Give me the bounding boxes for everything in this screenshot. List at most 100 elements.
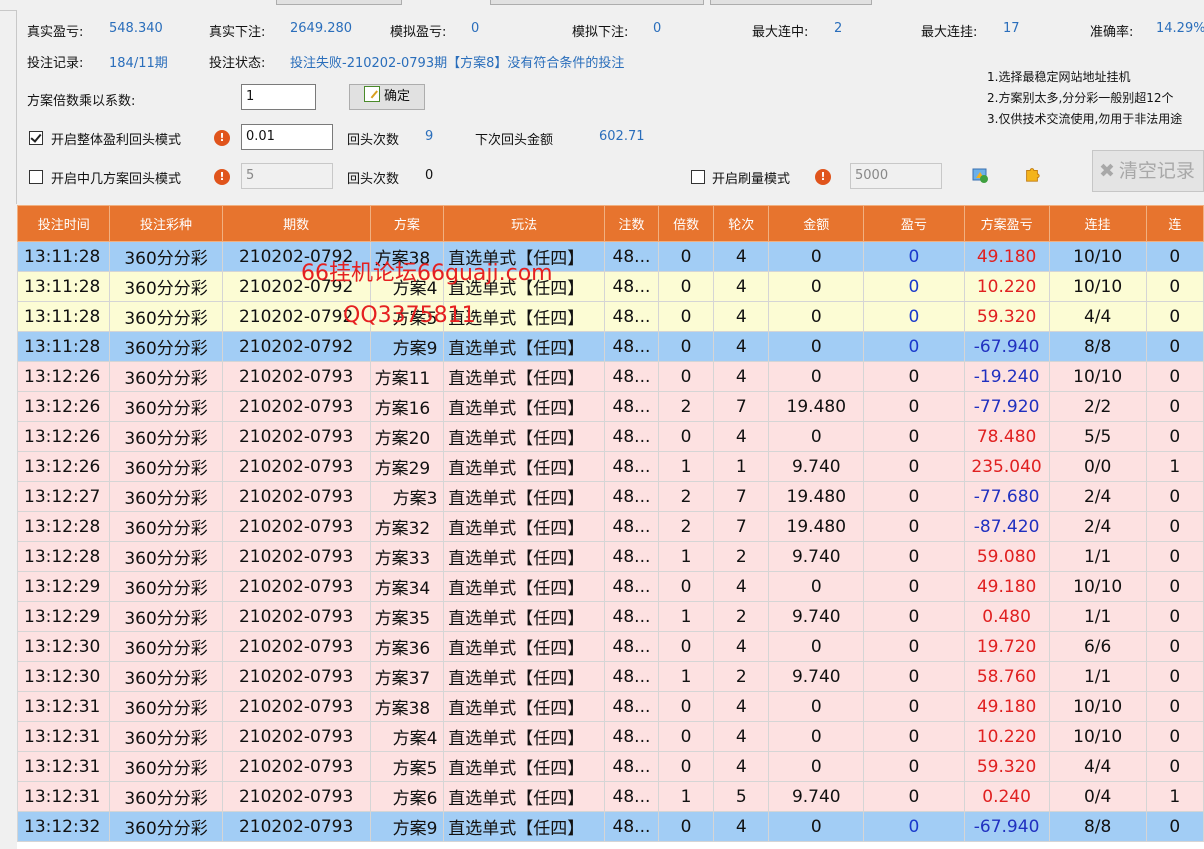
table-row[interactable]: 13:11:28 360分分彩 210202-0792 方案9 直选单式【任四】 48..… (17, 331, 1204, 362)
table-row[interactable]: 13:12:32 360分分彩 210202-0793 方案9 直选单式【任四】 48..… (17, 811, 1204, 842)
puzzle-icon[interactable] (1023, 165, 1041, 183)
cell-lottery-type: 360分分彩 (109, 661, 223, 692)
multiplier-input[interactable]: 1 (241, 84, 316, 110)
cell-streak-extra: 0 (1145, 541, 1204, 572)
clear-records-button[interactable]: ✖ 清空记录 (1092, 150, 1204, 192)
column-header-streak-extra[interactable]: 连 (1145, 205, 1204, 242)
next-amount-value: 602.71 (599, 129, 645, 144)
cell-plan: 方案38 (369, 691, 445, 722)
cell-plan-profit: 0.480 (963, 601, 1050, 632)
table-row[interactable]: 13:12:26 360分分彩 210202-0793 方案11 直选单式【任四】 48.… (17, 361, 1204, 392)
table-row[interactable]: 13:12:28 360分分彩 210202-0793 方案32 直选单式【任四】 48.… (17, 511, 1204, 542)
column-header-multiple[interactable]: 倍数 (657, 205, 715, 242)
column-header-amount[interactable]: 金额 (768, 205, 865, 242)
cell-multiple: 0 (657, 331, 715, 362)
table-row[interactable]: 13:11:28 360分分彩 210202-0792 方案4 直选单式【任四】 48..… (17, 271, 1204, 302)
column-header-plan[interactable]: 方案 (369, 205, 445, 242)
cell-loss-streak: 1/1 (1048, 541, 1147, 572)
bet-records-table[interactable]: 投注时间 投注彩种 期数 方案 玩法 注数 倍数 轮次 金额 盈亏 方案盈亏 连挂连 13:11:28… (17, 205, 1204, 849)
overall-value-input[interactable]: 0.01 (241, 124, 333, 150)
top-tab-2[interactable] (490, 0, 704, 5)
top-tab-3[interactable] (710, 0, 872, 5)
note-3: 3.仅供技术交流使用,勿用于非法用途 (987, 112, 1183, 126)
table-row[interactable]: 13:12:31 360分分彩 210202-0793 方案6 直选单式【任四】 48..… (17, 781, 1204, 812)
column-header-profit[interactable]: 盈亏 (863, 205, 965, 242)
cell-bet-count: 48... (603, 301, 659, 332)
refresh-icon[interactable] (971, 166, 989, 184)
middle-value-input[interactable]: 5 (241, 163, 333, 189)
cell-period: 210202-0793 (221, 421, 371, 452)
cell-plan-profit: -87.420 (963, 511, 1050, 542)
cell-multiple: 0 (657, 241, 715, 272)
table-row[interactable]: 13:12:31 360分分彩 210202-0793 方案5 直选单式【任四】 48..… (17, 751, 1204, 782)
table-row[interactable]: 13:12:26 360分分彩 210202-0793 方案16 直选单式【任四】 48.… (17, 391, 1204, 422)
table-row[interactable]: 13:12:29 360分分彩 210202-0793 方案35 直选单式【任四】 48.… (17, 601, 1204, 632)
table-row[interactable]: 13:12:30 360分分彩 210202-0793 方案36 直选单式【任四】 48.… (17, 631, 1204, 662)
column-header-plan-profit[interactable]: 方案盈亏 (963, 205, 1050, 242)
brush-value-input[interactable]: 5000 (850, 163, 942, 189)
cell-streak-extra: 0 (1145, 601, 1204, 632)
cell-round: 2 (713, 541, 770, 572)
cell-round: 4 (713, 361, 770, 392)
cell-streak-extra: 0 (1145, 481, 1204, 512)
cell-plan-profit: -77.680 (963, 481, 1050, 512)
cell-loss-streak: 10/10 (1048, 271, 1147, 302)
table-row[interactable]: 13:12:26 360分分彩 210202-0793 方案29 直选单式【任四】 48.… (17, 451, 1204, 482)
overall-mode-warn-icon[interactable]: ! (214, 130, 230, 146)
column-header-lottery-type[interactable]: 投注彩种 (109, 205, 223, 242)
middle-mode-checkbox[interactable] (29, 170, 43, 184)
note-2: 2.方案别太多,分分彩一般别超12个 (987, 91, 1174, 105)
cell-plan: 方案37 (369, 661, 445, 692)
top-tab-1[interactable] (276, 0, 402, 5)
cell-bet-count: 48... (603, 511, 659, 542)
cell-play-method: 直选单式【任四】 (443, 571, 605, 602)
cell-multiple: 0 (657, 361, 715, 392)
cell-profit: 0 (863, 421, 965, 452)
table-row[interactable]: 13:11:28 360分分彩 210202-0792 方案38 直选单式【任四】 48.… (17, 241, 1204, 272)
middle-mode-warn-icon[interactable]: ! (214, 169, 230, 185)
column-header-period[interactable]: 期数 (221, 205, 371, 242)
cell-streak-extra: 0 (1145, 241, 1204, 272)
multiplier-label: 方案倍数乘以系数: (27, 94, 136, 109)
cell-bet-time: 13:12:30 (17, 661, 111, 692)
cell-loss-streak: 1/1 (1048, 661, 1147, 692)
cell-bet-count: 48... (603, 781, 659, 812)
cell-plan: 方案36 (369, 631, 445, 662)
middle-mode-label: 开启中几方案回头模式 (51, 172, 182, 187)
confirm-label: 确定 (383, 89, 410, 104)
column-header-bet-time[interactable]: 投注时间 (17, 205, 111, 242)
cell-round: 4 (713, 811, 770, 842)
cell-lottery-type: 360分分彩 (109, 811, 223, 842)
table-row[interactable]: 13:12:29 360分分彩 210202-0793 方案34 直选单式【任四】 48.… (17, 571, 1204, 602)
cell-bet-time: 13:11:28 (17, 241, 111, 272)
note-1: 1.选择最稳定网站地址挂机 (987, 70, 1131, 84)
cell-streak-extra: 0 (1145, 301, 1204, 332)
column-header-play-method[interactable]: 玩法 (443, 205, 605, 242)
cell-streak-extra: 0 (1145, 811, 1204, 842)
table-row[interactable]: 13:12:28 360分分彩 210202-0793 方案33 直选单式【任四】 48.… (17, 541, 1204, 572)
cell-play-method: 直选单式【任四】 (443, 541, 605, 572)
cell-loss-streak: 10/10 (1048, 721, 1147, 752)
column-header-loss-streak[interactable]: 连挂 (1048, 205, 1147, 242)
cell-plan: 方案11 (369, 361, 445, 392)
cell-multiple: 1 (657, 781, 715, 812)
table-row[interactable]: 13:11:28 360分分彩 210202-0792 方案5 直选单式【任四】 48..… (17, 301, 1204, 332)
table-row[interactable]: 13:12:31 360分分彩 210202-0793 方案38 直选单式【任四】 48.… (17, 691, 1204, 722)
cell-plan: 方案6 (369, 781, 445, 812)
cell-loss-streak: 2/2 (1048, 391, 1147, 422)
cell-multiple: 0 (657, 721, 715, 752)
record-value: 184/11期 (109, 56, 168, 71)
brush-mode-checkbox[interactable] (691, 170, 705, 184)
table-row[interactable]: 13:12:26 360分分彩 210202-0793 方案20 直选单式【任四】 48.… (17, 421, 1204, 452)
overall-mode-checkbox[interactable] (29, 131, 43, 145)
table-row[interactable]: 13:12:27 360分分彩 210202-0793 方案3 直选单式【任四】 48..… (17, 481, 1204, 512)
confirm-button[interactable]: 确定 (349, 84, 425, 110)
column-header-bet-count[interactable]: 注数 (603, 205, 659, 242)
cell-bet-time: 13:11:28 (17, 271, 111, 302)
brush-mode-warn-icon[interactable]: ! (815, 169, 831, 185)
table-row[interactable]: 13:12:30 360分分彩 210202-0793 方案37 直选单式【任四】 48.… (17, 661, 1204, 692)
table-row[interactable]: 13:12:31 360分分彩 210202-0793 方案4 直选单式【任四】 48..… (17, 721, 1204, 752)
column-header-round[interactable]: 轮次 (713, 205, 770, 242)
cell-period: 210202-0793 (221, 481, 371, 512)
cell-loss-streak: 0/0 (1048, 451, 1147, 482)
